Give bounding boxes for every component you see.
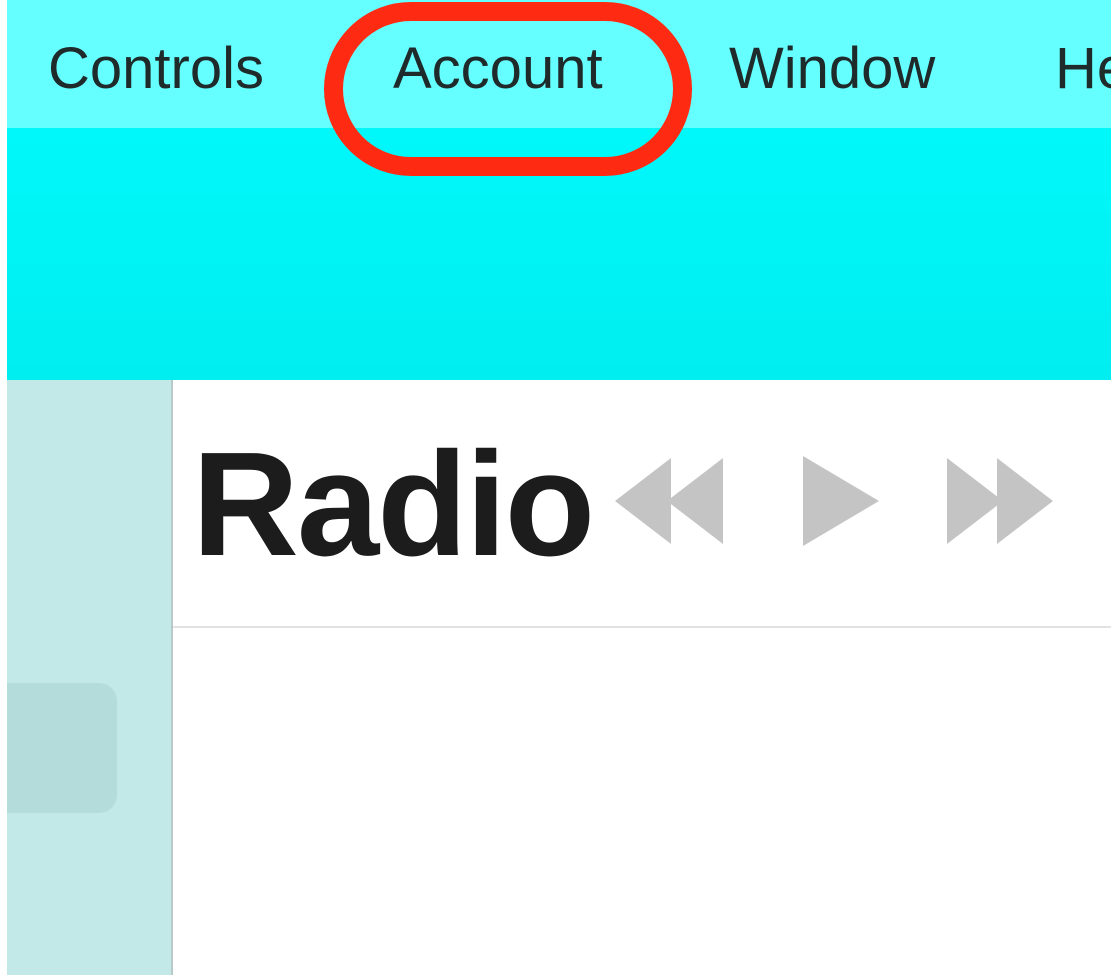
sidebar-item-selected[interactable] (7, 683, 117, 813)
fast-forward-icon (947, 458, 1053, 544)
play-icon (803, 456, 879, 546)
rewind-button[interactable] (615, 458, 727, 544)
fast-forward-button[interactable] (947, 458, 1059, 544)
window-title-bar[interactable] (7, 128, 1111, 380)
menu-item-controls[interactable]: Controls (48, 36, 264, 102)
menu-bar: Controls Account Window He (7, 0, 1111, 128)
menu-item-account[interactable]: Account (393, 36, 603, 102)
page-title: Radio (192, 422, 595, 587)
sidebar (7, 380, 173, 975)
menu-item-window[interactable]: Window (729, 36, 935, 102)
play-button[interactable] (799, 456, 881, 546)
rewind-icon (615, 458, 723, 544)
window-edge (0, 0, 7, 975)
menu-item-help[interactable]: He (1055, 36, 1111, 102)
